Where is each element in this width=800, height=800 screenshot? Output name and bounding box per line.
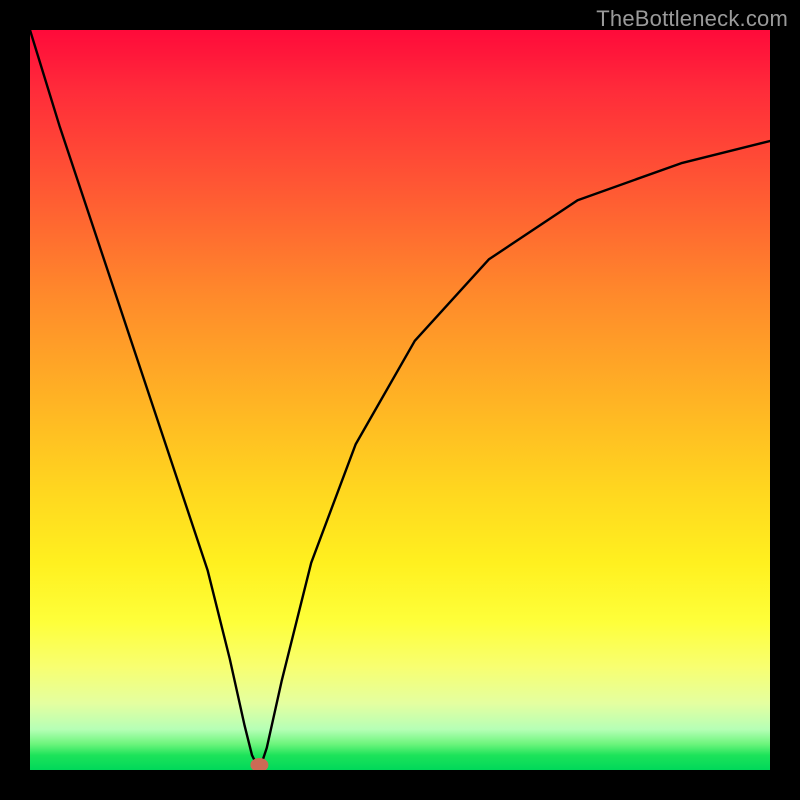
curve-layer (30, 30, 770, 770)
chart-frame: TheBottleneck.com (0, 0, 800, 800)
bottleneck-curve (30, 30, 770, 770)
plot-area (30, 30, 770, 770)
watermark-text: TheBottleneck.com (596, 6, 788, 32)
